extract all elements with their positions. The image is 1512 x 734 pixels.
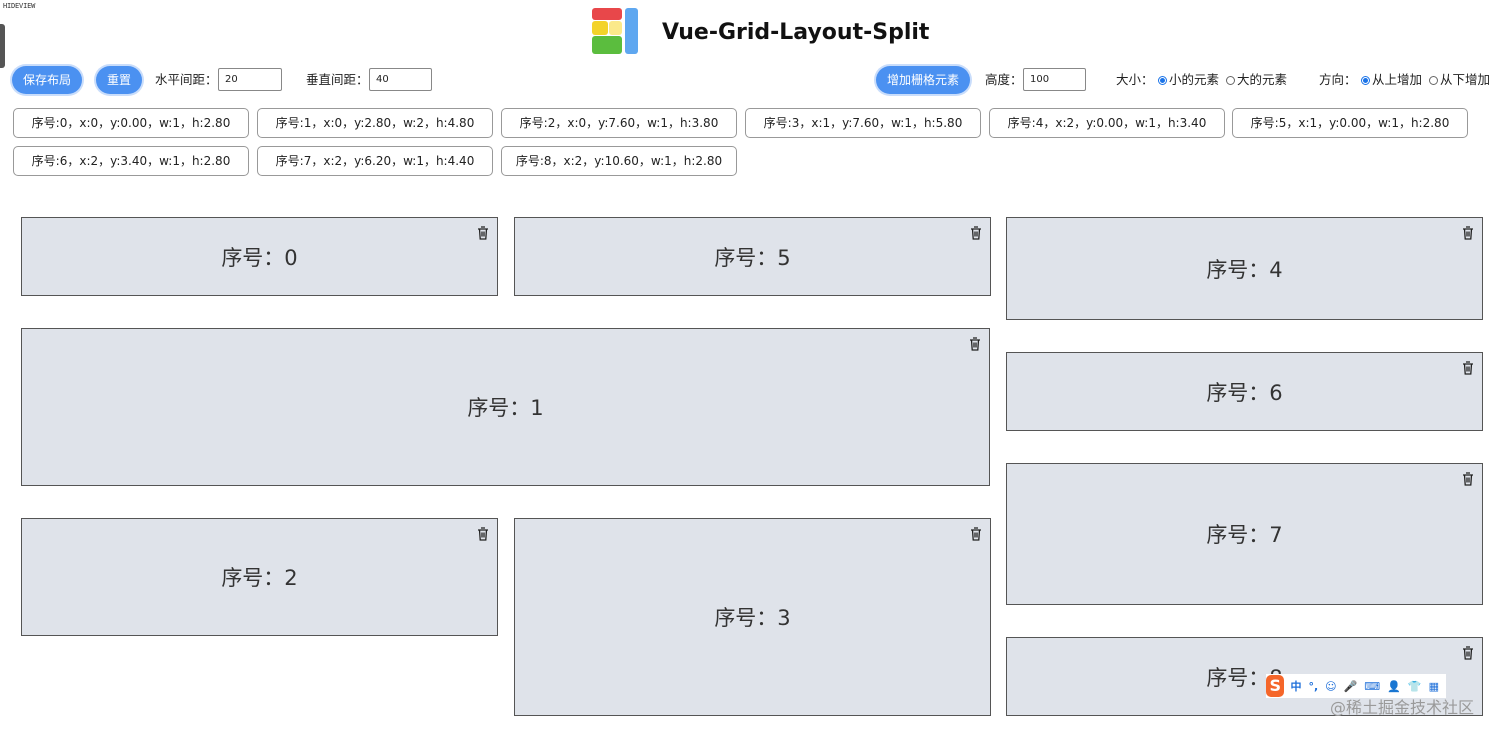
trash-icon[interactable] bbox=[970, 527, 982, 541]
grid-item[interactable]: 序号：5 bbox=[514, 217, 991, 296]
ime-chinese-mode[interactable]: 中 bbox=[1290, 678, 1301, 694]
ime-user-icon[interactable]: 👤 bbox=[1387, 680, 1401, 693]
h-gap-label: 水平间距： bbox=[155, 72, 218, 87]
grid-item-label: 序号：0 bbox=[221, 245, 298, 270]
grid-item[interactable]: 序号：1 bbox=[21, 328, 990, 486]
height-label: 高度： bbox=[985, 72, 1023, 87]
layout-info-pill[interactable]: 序号:7，x:2，y:6.20，w:1，h:4.40 bbox=[257, 146, 493, 176]
trash-icon[interactable] bbox=[1462, 472, 1474, 486]
grid-item-label: 序号：7 bbox=[1206, 523, 1283, 547]
page-title: Vue-Grid-Layout-Split bbox=[662, 19, 930, 45]
grid-item[interactable]: 序号：0 bbox=[21, 217, 498, 296]
layout-info-pill[interactable]: 序号:2，x:0，y:7.60，w:1，h:3.80 bbox=[501, 108, 737, 138]
grid-item[interactable]: 序号：3 bbox=[514, 518, 991, 716]
layout-info-pill[interactable]: 序号:4，x:2，y:0.00，w:1，h:3.40 bbox=[989, 108, 1225, 138]
height-input[interactable] bbox=[1023, 68, 1086, 91]
watermark: @稀土掘金技术社区 bbox=[1330, 698, 1475, 717]
direction-bottom-label[interactable]: 从下增加 bbox=[1440, 69, 1490, 91]
reset-button[interactable]: 重置 bbox=[96, 66, 143, 94]
layout-info-pill[interactable]: 序号:5，x:1，y:0.00，w:1，h:2.80 bbox=[1232, 108, 1468, 138]
direction-top-label[interactable]: 从上增加 bbox=[1372, 69, 1422, 91]
grid-item[interactable]: 序号：7 bbox=[1006, 463, 1483, 605]
grid-item-label: 序号：1 bbox=[467, 396, 544, 420]
trash-icon[interactable] bbox=[1462, 361, 1474, 375]
ime-skin-icon[interactable]: 👕 bbox=[1408, 680, 1422, 693]
direction-label: 方向： bbox=[1319, 72, 1357, 87]
trash-icon[interactable] bbox=[970, 226, 982, 240]
trash-icon[interactable] bbox=[1462, 646, 1474, 660]
trash-icon[interactable] bbox=[477, 527, 489, 541]
size-small-label[interactable]: 小的元素 bbox=[1169, 69, 1219, 91]
save-layout-button[interactable]: 保存布局 bbox=[12, 66, 83, 94]
h-gap-input[interactable] bbox=[218, 68, 282, 91]
layout-info-pill[interactable]: 序号:3，x:1，y:7.60，w:1，h:5.80 bbox=[745, 108, 981, 138]
trash-icon[interactable] bbox=[477, 226, 489, 240]
ime-emoji-icon[interactable]: ☺ bbox=[1325, 680, 1336, 693]
app-logo bbox=[592, 8, 640, 56]
left-edge-handle bbox=[0, 24, 5, 68]
direction-bottom-radio[interactable] bbox=[1429, 76, 1438, 85]
grid-item[interactable]: 序号：6 bbox=[1006, 352, 1483, 431]
v-gap-input[interactable] bbox=[369, 68, 432, 91]
layout-info-pill[interactable]: 序号:0，x:0，y:0.00，w:1，h:2.80 bbox=[13, 108, 249, 138]
ime-keyboard-icon[interactable]: ⌨ bbox=[1364, 680, 1380, 693]
add-grid-item-button[interactable]: 增加栅格元素 bbox=[876, 66, 971, 94]
grid-item-label: 序号：5 bbox=[714, 245, 791, 270]
layout-info-pill[interactable]: 序号:1，x:0，y:2.80，w:2，h:4.80 bbox=[257, 108, 493, 138]
size-large-label[interactable]: 大的元素 bbox=[1237, 69, 1287, 91]
grid-item-label: 序号：4 bbox=[1206, 257, 1283, 282]
ime-grid-icon[interactable]: ▦ bbox=[1429, 680, 1439, 693]
grid-item[interactable]: 序号：2 bbox=[21, 518, 498, 636]
corner-mark: HIDEVIEW bbox=[3, 2, 36, 10]
ime-logo-icon[interactable]: S bbox=[1266, 675, 1285, 697]
size-small-radio[interactable] bbox=[1158, 76, 1167, 85]
size-large-radio[interactable] bbox=[1226, 76, 1235, 85]
ime-punctuation[interactable]: °, bbox=[1308, 680, 1318, 693]
grid-item-label: 序号：6 bbox=[1206, 380, 1283, 405]
layout-info-pill[interactable]: 序号:8，x:2，y:10.60，w:1，h:2.80 bbox=[501, 146, 737, 176]
page-header: Vue-Grid-Layout-Split bbox=[592, 8, 929, 56]
grid-item-label: 序号：2 bbox=[221, 566, 298, 590]
trash-icon[interactable] bbox=[1462, 226, 1474, 240]
direction-top-radio[interactable] bbox=[1361, 76, 1370, 85]
layout-info-pill[interactable]: 序号:6，x:2，y:3.40，w:1，h:2.80 bbox=[13, 146, 249, 176]
size-label: 大小： bbox=[1116, 72, 1154, 87]
grid-item[interactable]: 序号：4 bbox=[1006, 217, 1483, 320]
grid-item-label: 序号：3 bbox=[714, 606, 791, 630]
v-gap-label: 垂直间距： bbox=[306, 72, 369, 87]
trash-icon[interactable] bbox=[969, 337, 981, 351]
ime-mic-icon[interactable]: 🎤 bbox=[1344, 680, 1358, 693]
